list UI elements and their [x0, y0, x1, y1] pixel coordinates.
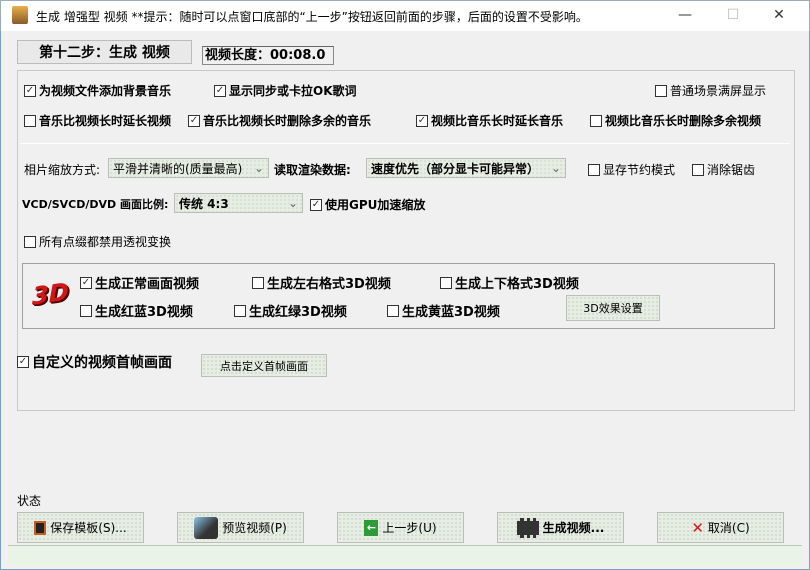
add-bg-music-checkbox[interactable]: ✓ 为视频文件添加背景音乐 — [24, 82, 171, 99]
app-icon — [12, 6, 28, 24]
preview-video-button[interactable]: 预览视频(P) — [177, 512, 304, 543]
checkbox-label: 显存节约模式 — [603, 163, 676, 177]
chevron-down-icon: ⌄ — [287, 196, 298, 210]
checkbox-label: 生成红蓝3D视频 — [95, 305, 193, 320]
trim-music-checkbox[interactable]: ✓ 音乐比视频长时删除多余的音乐 — [188, 112, 371, 129]
checkbox-box — [440, 276, 452, 289]
checkbox-label: 生成上下格式3D视频 — [455, 277, 579, 292]
side-by-side-3d-checkbox[interactable]: 生成左右格式3D视频 — [252, 273, 391, 292]
antialias-checkbox[interactable]: 消除锯齿 — [692, 161, 755, 178]
extend-music-checkbox[interactable]: ✓ 视频比音乐长时延长音乐 — [416, 112, 563, 129]
checkbox-label: 所有点缀都禁用透视变换 — [39, 235, 172, 249]
checkbox-box: ✓ — [24, 84, 36, 97]
checkbox-box: ✓ — [310, 198, 322, 211]
checkbox-label: 自定义的视频首帧画面 — [32, 355, 172, 371]
checkbox-box: ✓ — [416, 114, 428, 127]
window-title: 生成 增强型 视频 **提示：随时可以点窗口底部的“上一步”按钮返回前面的步骤，… — [36, 10, 588, 24]
checkbox-box: ✓ — [17, 356, 29, 368]
aspect-ratio-label: VCD/SVCD/DVD 画面比例: — [22, 198, 169, 211]
scale-mode-select[interactable]: 平滑并清晰的(质量最高) ⌄ — [108, 158, 269, 178]
step-label-button[interactable]: 第十二步：生成 视频 — [17, 40, 192, 64]
checkbox-label: 使用GPU加速缩放 — [325, 198, 426, 212]
checkbox-box — [588, 163, 600, 176]
custom-first-frame-checkbox[interactable]: ✓ 自定义的视频首帧画面 — [17, 352, 172, 372]
checkbox-label: 视频比音乐长时删除多余视频 — [605, 114, 762, 128]
memory-save-checkbox[interactable]: 显存节约模式 — [588, 161, 675, 178]
yellow-blue-3d-checkbox[interactable]: 生成黄蓝3D视频 — [387, 301, 500, 320]
checkbox-label: 视频比音乐长时延长音乐 — [431, 114, 564, 128]
checkbox-label: 显示同步或卡拉OK歌词 — [229, 84, 357, 98]
checkbox-label: 音乐比视频长时删除多余的音乐 — [203, 114, 372, 128]
button-label: 保存模板(S)... — [50, 521, 127, 535]
checkbox-box — [387, 304, 399, 317]
checkbox-box — [234, 304, 246, 317]
checkbox-label: 普通场景满屏显示 — [670, 84, 767, 98]
minimize-button[interactable]: — — [670, 4, 700, 26]
3d-settings-button[interactable]: 3D效果设置 — [566, 295, 660, 321]
status-label: 状态 — [17, 494, 42, 508]
button-label: 生成视频... — [542, 521, 605, 535]
checkbox-box — [655, 84, 667, 97]
checkbox-box — [24, 114, 36, 127]
button-label: 取消(C) — [707, 521, 750, 535]
checkbox-box — [24, 235, 36, 248]
film-icon — [516, 517, 539, 538]
generate-video-button[interactable]: 生成视频... — [497, 512, 624, 543]
maximize-button[interactable]: ☐ — [718, 4, 748, 26]
extend-video-checkbox[interactable]: 音乐比视频长时延长视频 — [24, 112, 171, 129]
select-value: 速度优先（部分显卡可能异常） — [371, 161, 540, 176]
checkbox-box: ✓ — [214, 84, 226, 97]
aspect-ratio-select[interactable]: 传统 4:3 ⌄ — [174, 193, 303, 213]
film-magnifier-icon — [194, 516, 219, 539]
back-arrow-icon: ← — [364, 519, 379, 536]
checkbox-box — [80, 304, 92, 317]
divider — [20, 143, 790, 144]
read-render-label: 读取渲染数据: — [274, 163, 351, 177]
normal-video-checkbox[interactable]: ✓ 生成正常画面视频 — [80, 273, 199, 292]
red-blue-3d-checkbox[interactable]: 生成红蓝3D视频 — [80, 301, 193, 320]
trim-video-checkbox[interactable]: 视频比音乐长时删除多余视频 — [590, 112, 761, 129]
checkbox-label: 生成正常画面视频 — [95, 277, 200, 292]
checkbox-label: 生成黄蓝3D视频 — [402, 305, 500, 320]
checkbox-label: 为视频文件添加背景音乐 — [39, 84, 172, 98]
floppy-disk-icon — [34, 520, 47, 535]
3d-logo-icon: 3D — [32, 277, 69, 311]
gpu-scaling-checkbox[interactable]: ✓ 使用GPU加速缩放 — [310, 196, 425, 213]
select-value: 平滑并清晰的(质量最高) — [113, 161, 243, 176]
previous-step-button[interactable]: ← 上一步(U) — [337, 512, 464, 543]
checkbox-box — [692, 163, 704, 176]
video-duration: 视频长度：00:08.0 — [202, 46, 334, 65]
checkbox-box — [252, 276, 264, 289]
read-render-select[interactable]: 速度优先（部分显卡可能异常） ⌄ — [366, 158, 566, 178]
checkbox-box: ✓ — [188, 114, 200, 127]
scale-mode-label: 相片缩放方式: — [24, 163, 101, 177]
checkbox-box: ✓ — [80, 276, 92, 289]
select-value: 传统 4:3 — [179, 196, 229, 211]
fullscreen-checkbox[interactable]: 普通场景满屏显示 — [655, 82, 766, 99]
red-green-3d-checkbox[interactable]: 生成红绿3D视频 — [234, 301, 347, 320]
chevron-down-icon: ⌄ — [253, 161, 264, 175]
cancel-button[interactable]: ✕ 取消(C) — [657, 512, 784, 543]
checkbox-box — [590, 114, 602, 127]
close-button[interactable]: ✕ — [764, 4, 794, 26]
checkbox-label: 消除锯齿 — [707, 163, 756, 177]
button-label: 预览视频(P) — [222, 521, 287, 535]
top-bottom-3d-checkbox[interactable]: 生成上下格式3D视频 — [440, 273, 579, 292]
checkbox-label: 生成红绿3D视频 — [249, 305, 347, 320]
button-label: 上一步(U) — [382, 521, 437, 535]
no-perspective-checkbox[interactable]: 所有点缀都禁用透视变换 — [24, 233, 171, 250]
checkbox-label: 音乐比视频长时延长视频 — [39, 114, 172, 128]
show-lyrics-checkbox[interactable]: ✓ 显示同步或卡拉OK歌词 — [214, 82, 357, 99]
checkbox-label: 生成左右格式3D视频 — [267, 277, 391, 292]
status-bar — [8, 545, 802, 565]
close-x-icon: ✕ — [691, 518, 704, 537]
chevron-down-icon: ⌄ — [550, 161, 561, 175]
save-template-button[interactable]: 保存模板(S)... — [17, 512, 144, 543]
define-first-frame-button[interactable]: 点击定义首帧画面 — [201, 354, 327, 377]
